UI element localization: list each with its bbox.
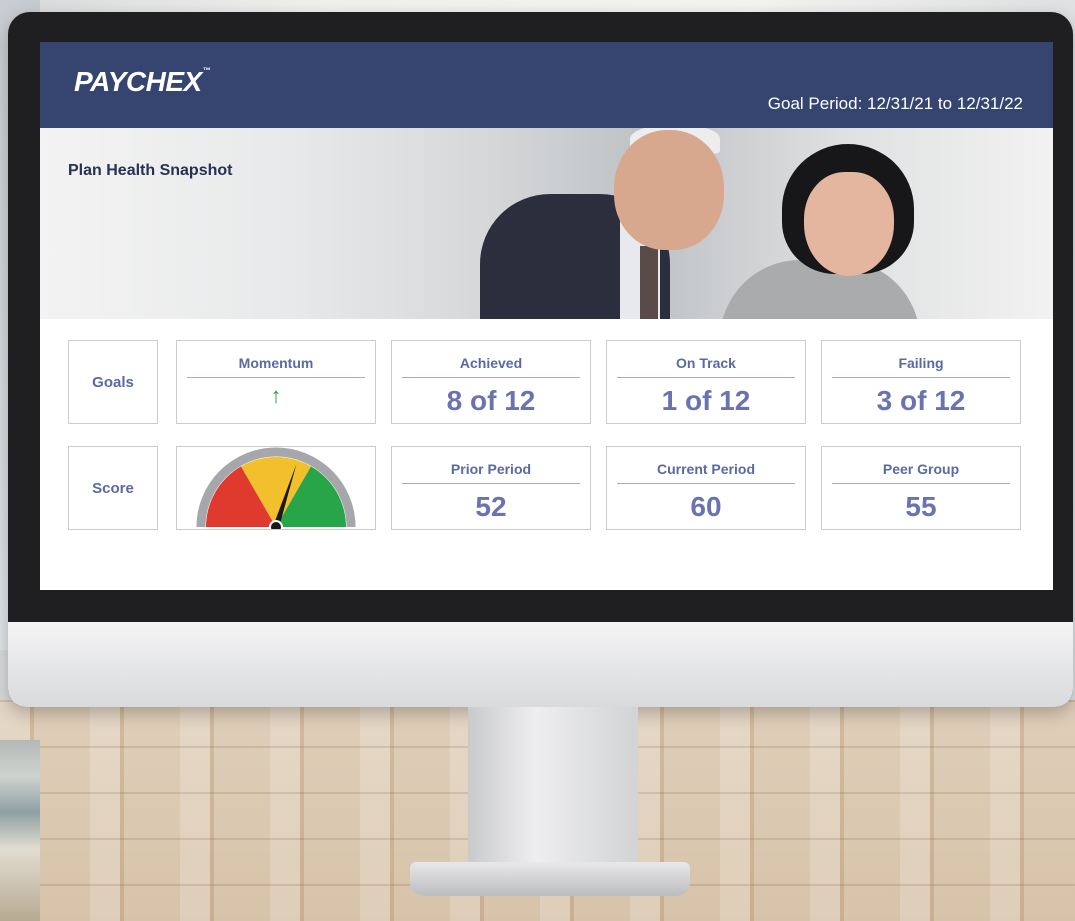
hero-banner: Plan Health Snapshot — [40, 128, 1053, 319]
monitor-base — [410, 862, 690, 896]
prior-period-card[interactable]: Prior Period 52 — [391, 446, 591, 530]
momentum-label: Momentum — [187, 355, 365, 378]
gauge-icon — [196, 447, 356, 529]
goals-row-label: Goals — [68, 340, 158, 424]
monitor-stand — [468, 707, 638, 877]
failing-card[interactable]: Failing 3 of 12 — [821, 340, 1021, 424]
current-period-card[interactable]: Current Period 60 — [606, 446, 806, 530]
top-bar: PAYCHEX™ Goal Period: 12/31/21 to 12/31/… — [40, 42, 1053, 128]
page-title: Plan Health Snapshot — [68, 162, 233, 179]
achieved-value: 8 of 12 — [446, 385, 536, 416]
prior-period-value: 52 — [475, 491, 507, 522]
book-stack — [0, 740, 40, 921]
on-track-card[interactable]: On Track 1 of 12 — [606, 340, 806, 424]
logo-text: PAYCHEX — [74, 66, 202, 97]
paychex-logo[interactable]: PAYCHEX™ — [74, 66, 211, 98]
score-row-label: Score — [68, 446, 158, 530]
hero-photo-detail — [640, 246, 658, 319]
score-gauge-card[interactable] — [176, 446, 376, 530]
achieved-label: Achieved — [402, 355, 580, 378]
peer-group-value: 55 — [905, 491, 937, 522]
hero-photo-detail — [614, 130, 724, 250]
momentum-card[interactable]: Momentum ↑ — [176, 340, 376, 424]
on-track-label: On Track — [617, 355, 795, 378]
hero-photo-detail — [804, 172, 894, 276]
goal-period: Goal Period: 12/31/21 to 12/31/22 — [767, 94, 1023, 113]
dashboard-screen: PAYCHEX™ Goal Period: 12/31/21 to 12/31/… — [40, 42, 1053, 590]
current-period-label: Current Period — [617, 461, 795, 484]
arrow-up-icon: ↑ — [270, 383, 282, 408]
current-period-value: 60 — [690, 491, 722, 522]
peer-group-label: Peer Group — [832, 461, 1010, 484]
failing-value: 3 of 12 — [876, 385, 966, 416]
trademark-mark: ™ — [202, 66, 211, 75]
on-track-value: 1 of 12 — [661, 385, 751, 416]
failing-label: Failing — [832, 355, 1010, 378]
peer-group-card[interactable]: Peer Group 55 — [821, 446, 1021, 530]
prior-period-label: Prior Period — [402, 461, 580, 484]
gauge-hub — [269, 520, 283, 529]
achieved-card[interactable]: Achieved 8 of 12 — [391, 340, 591, 424]
monitor-chin — [8, 622, 1073, 707]
